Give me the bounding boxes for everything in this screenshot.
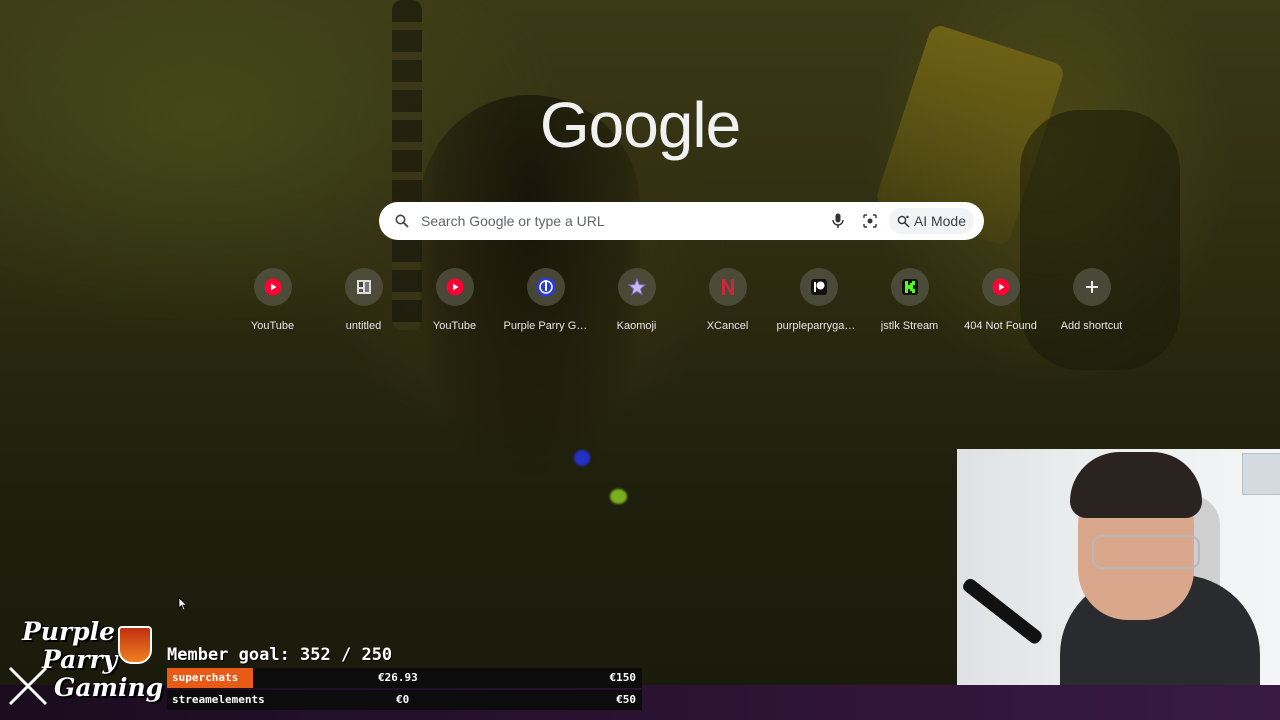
background-blue-light [574,450,590,466]
shortcut-purple-parry[interactable]: Purple Parry Ga... [500,268,591,332]
shortcut-label: Purple Parry Ga... [503,320,588,332]
kick-icon [900,277,920,297]
shortcut-youtube-2[interactable]: YouTube [409,268,500,332]
streamelements-label: streamelements [172,693,265,706]
shortcut-patreon[interactable]: purpleparrygam... [773,268,864,332]
shortcut-label: YouTube [432,320,477,332]
google-logo: Google [539,89,741,161]
shortcut-label: jstlk Stream [880,320,939,332]
shortcut-label: YouTube [250,320,295,332]
crossed-swords-icon [8,666,48,706]
microphone-icon[interactable] [825,208,851,234]
shortcuts-row: YouTube untitled YouTube Purple Parry Ga… [227,268,1137,332]
ai-mode-button[interactable]: AI Mode [888,208,974,234]
shortcut-kaomoji[interactable]: Kaomoji [591,268,682,332]
streamelements-target: €50 [616,693,636,706]
youtube-icon [445,277,465,297]
plus-icon [1082,277,1102,297]
shortcut-label: untitled [345,320,382,332]
page-icon [354,277,374,297]
superchats-current: €26.93 [378,671,418,684]
purple-parry-icon [536,277,556,297]
xcancel-icon [718,277,738,297]
shortcut-xcancel[interactable]: XCancel [682,268,773,332]
search-box[interactable]: AI Mode [379,202,984,240]
superchats-target: €150 [609,671,637,684]
crest-icon [118,626,152,664]
shortcut-label: Add shortcut [1060,320,1123,332]
shortcut-youtube[interactable]: YouTube [227,268,318,332]
superchats-row: superchats €26.93 €150 [167,668,642,688]
webcam-hair [1070,452,1202,518]
shortcut-label: Kaomoji [616,320,657,332]
webcam-window [1242,453,1280,495]
shortcut-404-not-found[interactable]: 404 Not Found [955,268,1046,332]
streamelements-row: streamelements €0 €50 [167,690,642,710]
youtube-icon [263,277,283,297]
search-input[interactable] [419,212,819,230]
youtube-icon [991,277,1011,297]
superchats-label: superchats [172,671,239,684]
shortcut-jstlk-stream[interactable]: jstlk Stream [864,268,955,332]
add-shortcut-button[interactable]: Add shortcut [1046,268,1137,332]
search-icon [395,214,409,228]
shortcut-untitled[interactable]: untitled [318,268,409,332]
shortcut-label: XCancel [706,320,749,332]
mouse-cursor-icon [178,597,188,611]
streamelements-current: €0 [396,693,410,706]
background-green-light [610,489,627,504]
patreon-icon [809,277,829,297]
ai-mode-label: AI Mode [913,213,966,229]
shortcut-label: purpleparrygam... [776,320,861,332]
star-icon [627,277,647,297]
webcam-glasses [1092,535,1200,569]
member-goal: Member goal: 352 / 250 [167,645,393,665]
shortcut-label: 404 Not Found [964,320,1037,332]
lens-icon[interactable] [857,208,883,234]
ai-search-icon [897,215,910,228]
